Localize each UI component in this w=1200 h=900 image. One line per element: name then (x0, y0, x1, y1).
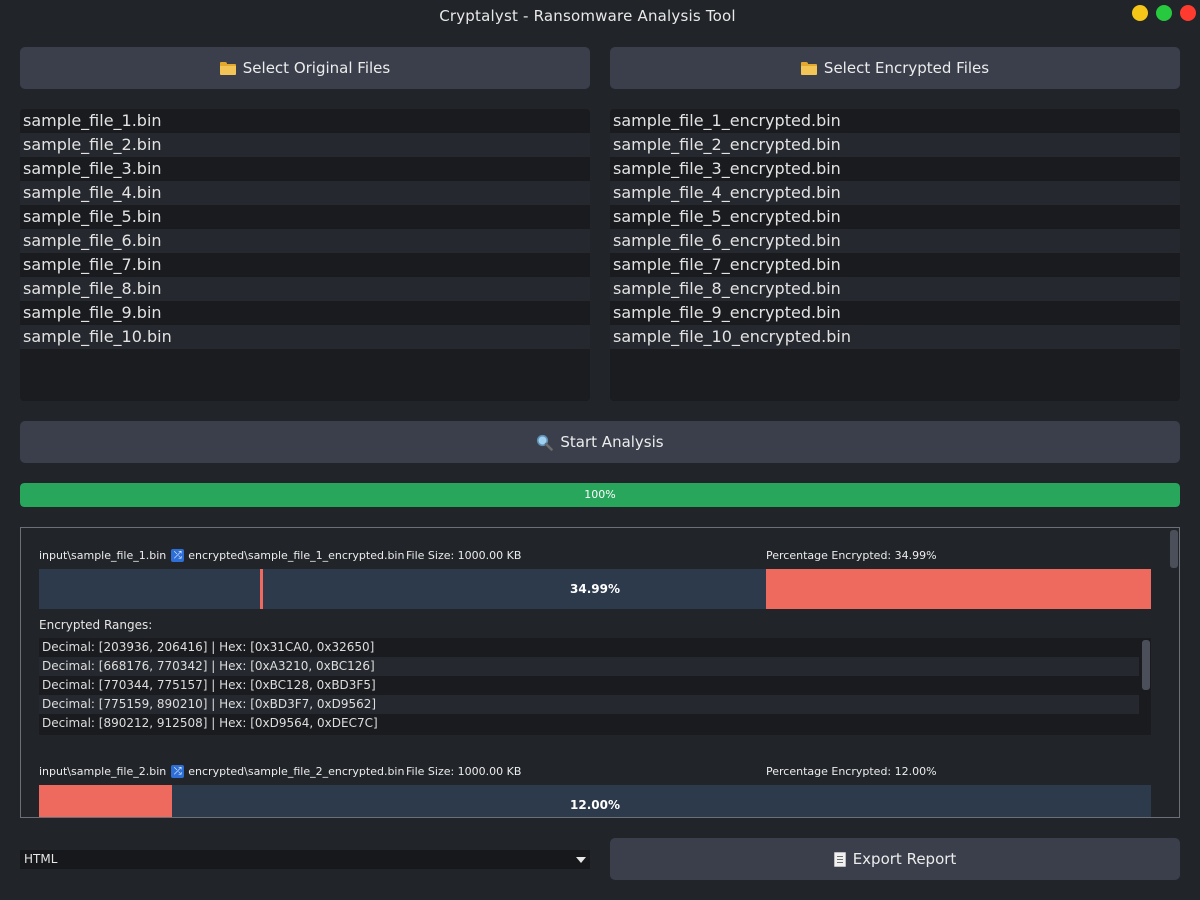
list-item[interactable]: sample_file_1.bin (20, 109, 590, 133)
result-header: input\sample_file_2.bin ⤮ encrypted\sample… (39, 762, 1151, 782)
results-scrollbar[interactable] (1169, 528, 1179, 817)
list-item[interactable]: sample_file_9.bin (20, 301, 590, 325)
ranges-scrollbar-thumb[interactable] (1142, 640, 1150, 690)
maximize-button[interactable] (1156, 5, 1172, 21)
chevron-down-icon (576, 857, 586, 863)
list-item[interactable]: sample_file_5_encrypted.bin (610, 205, 1180, 229)
swap-icon: ⤮ (171, 549, 185, 562)
list-item[interactable]: sample_file_4_encrypted.bin (610, 181, 1180, 205)
list-item[interactable]: sample_file_8_encrypted.bin (610, 277, 1180, 301)
range-item[interactable]: Decimal: [890212, 912508] | Hex: [0xD956… (39, 714, 1139, 733)
export-report-label: Export Report (852, 850, 957, 868)
encrypted-ranges-label: Encrypted Ranges: (39, 618, 153, 632)
original-path: input\sample_file_2.bin (39, 765, 167, 778)
range-item[interactable]: Decimal: [770344, 775157] | Hex: [0xBC12… (39, 676, 1139, 695)
document-icon (833, 851, 846, 867)
range-item[interactable]: Decimal: [775159, 890210] | Hex: [0xBD3F… (39, 695, 1139, 714)
list-item[interactable]: sample_file_8.bin (20, 277, 590, 301)
window-title: Cryptalyst - Ransomware Analysis Tool (439, 7, 736, 25)
list-item[interactable]: sample_file_4.bin (20, 181, 590, 205)
list-item[interactable]: sample_file_10_encrypted.bin (610, 325, 1180, 349)
encrypted-path: encrypted\sample_file_2_encrypted.bin (188, 765, 405, 778)
file-pair: input\sample_file_1.bin ⤮ encrypted\sample… (39, 549, 404, 562)
swap-icon: ⤮ (171, 765, 185, 778)
percentage-encrypted: Percentage Encrypted: 34.99% (766, 549, 937, 562)
list-item[interactable]: sample_file_6_encrypted.bin (610, 229, 1180, 253)
encrypted-ranges-list[interactable]: Decimal: [203936, 206416] | Hex: [0x31CA… (39, 638, 1151, 735)
export-report-button[interactable]: Export Report (610, 838, 1180, 880)
folder-icon (800, 61, 817, 75)
magnifier-icon (536, 434, 554, 451)
result-header: input\sample_file_1.bin ⤮ encrypted\sample… (39, 546, 1151, 566)
list-item[interactable]: sample_file_3.bin (20, 157, 590, 181)
list-item[interactable]: sample_file_2.bin (20, 133, 590, 157)
start-analysis-label: Start Analysis (560, 433, 664, 451)
results-scrollbar-thumb[interactable] (1170, 530, 1178, 568)
encrypted-files-list[interactable]: sample_file_1_encrypted.bin sample_file_2… (610, 109, 1180, 401)
range-item[interactable]: Decimal: [668176, 770342] | Hex: [0xA321… (39, 657, 1139, 676)
list-item[interactable]: sample_file_1_encrypted.bin (610, 109, 1180, 133)
export-format-select[interactable]: HTML (20, 850, 590, 869)
percentage-encrypted: Percentage Encrypted: 12.00% (766, 765, 937, 778)
file-size: File Size: 1000.00 KB (406, 765, 522, 778)
encrypted-path: encrypted\sample_file_1_encrypted.bin (188, 549, 405, 562)
select-encrypted-files-button[interactable]: Select Encrypted Files (610, 47, 1180, 89)
folder-icon (219, 61, 236, 75)
list-item[interactable]: sample_file_3_encrypted.bin (610, 157, 1180, 181)
minimize-button[interactable] (1132, 5, 1148, 21)
bar-percentage-label: 34.99% (570, 582, 620, 596)
range-item[interactable]: Decimal: [203936, 206416] | Hex: [0x31CA… (39, 638, 1139, 657)
bar-percentage-label: 12.00% (570, 798, 620, 812)
select-encrypted-files-label: Select Encrypted Files (823, 59, 990, 77)
title-bar[interactable]: Cryptalyst - Ransomware Analysis Tool (0, 0, 1200, 34)
progress-text: 100% (584, 488, 616, 501)
original-path: input\sample_file_1.bin (39, 549, 167, 562)
select-original-files-button[interactable]: Select Original Files (20, 47, 590, 89)
ranges-scrollbar[interactable] (1141, 638, 1151, 735)
file-size: File Size: 1000.00 KB (406, 549, 522, 562)
list-item[interactable]: sample_file_7_encrypted.bin (610, 253, 1180, 277)
list-item[interactable]: sample_file_9_encrypted.bin (610, 301, 1180, 325)
list-item[interactable]: sample_file_5.bin (20, 205, 590, 229)
export-format-value: HTML (24, 852, 58, 866)
encryption-map-bar: 34.99% (39, 569, 1151, 609)
app-window: Cryptalyst - Ransomware Analysis Tool Se… (0, 0, 1200, 900)
encryption-map-bar: 12.00% (39, 785, 1151, 817)
list-item[interactable]: sample_file_10.bin (20, 325, 590, 349)
close-button[interactable] (1180, 5, 1196, 21)
original-files-list[interactable]: sample_file_1.bin sample_file_2.bin sample… (20, 109, 590, 401)
start-analysis-button[interactable]: Start Analysis (20, 421, 1180, 463)
list-item[interactable]: sample_file_2_encrypted.bin (610, 133, 1180, 157)
list-item[interactable]: sample_file_6.bin (20, 229, 590, 253)
results-panel[interactable]: input\sample_file_2.bin ⤮ encrypted\sample… (20, 527, 1180, 818)
list-item[interactable]: sample_file_7.bin (20, 253, 590, 277)
file-pair: input\sample_file_2.bin ⤮ encrypted\sample… (39, 765, 404, 778)
analysis-progress-bar: 100% (20, 483, 1180, 507)
select-original-files-label: Select Original Files (242, 59, 391, 77)
